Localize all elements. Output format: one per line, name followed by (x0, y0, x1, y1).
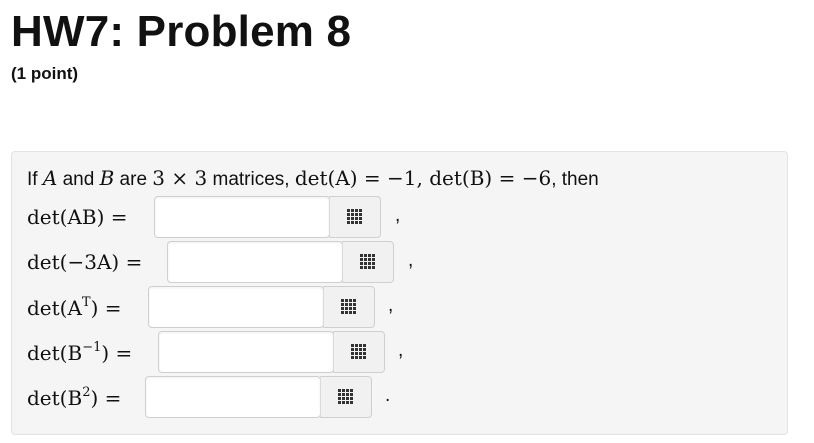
grid-icon (346, 208, 364, 226)
grid-icon (359, 253, 377, 271)
answer-input[interactable] (146, 377, 320, 417)
points-label: (1 point) (11, 64, 79, 83)
answer-label: det(B2) = (27, 385, 122, 410)
punctuation: , (398, 340, 404, 361)
problem-statement: If A and B are 3 × 3 matrices, det(A) = … (27, 166, 599, 190)
answer-label: det(B−1) = (27, 340, 133, 365)
answer-input[interactable] (159, 332, 333, 372)
problem-panel: If A and B are 3 × 3 matrices, det(A) = … (11, 151, 788, 435)
equation-editor-button[interactable] (320, 376, 372, 418)
punctuation: , (388, 295, 394, 316)
punctuation: . (385, 385, 391, 406)
answer-row-det-ab: det(AB) = , (27, 196, 787, 240)
answer-label: det(−3A) = (27, 250, 143, 274)
equation-editor-button[interactable] (329, 196, 381, 238)
equation-editor-button[interactable] (333, 331, 385, 373)
grid-icon (340, 298, 358, 316)
answer-row-det-neg3a: det(−3A) = , (27, 241, 787, 285)
answer-field-det-neg3a[interactable] (167, 241, 343, 283)
answer-label: det(AT) = (27, 295, 122, 320)
page-title: HW7: Problem 8 (11, 7, 352, 56)
punctuation: , (408, 250, 414, 271)
answer-field-det-a-transpose[interactable] (148, 286, 324, 328)
punctuation: , (395, 205, 401, 226)
equation-editor-button[interactable] (342, 241, 394, 283)
grid-icon (350, 343, 368, 361)
answer-field-det-ab[interactable] (154, 196, 330, 238)
grid-icon (337, 388, 355, 406)
answer-label: det(AB) = (27, 205, 128, 229)
answer-field-det-b-inverse[interactable] (158, 331, 334, 373)
answer-input[interactable] (168, 242, 342, 282)
answer-input[interactable] (155, 197, 329, 237)
answer-row-det-b-inverse: det(B−1) = , (27, 331, 787, 375)
answer-field-det-b-squared[interactable] (145, 376, 321, 418)
answer-row-det-b-squared: det(B2) = . (27, 376, 787, 420)
answer-input[interactable] (149, 287, 323, 327)
equation-editor-button[interactable] (323, 286, 375, 328)
answer-row-det-a-transpose: det(AT) = , (27, 286, 787, 330)
